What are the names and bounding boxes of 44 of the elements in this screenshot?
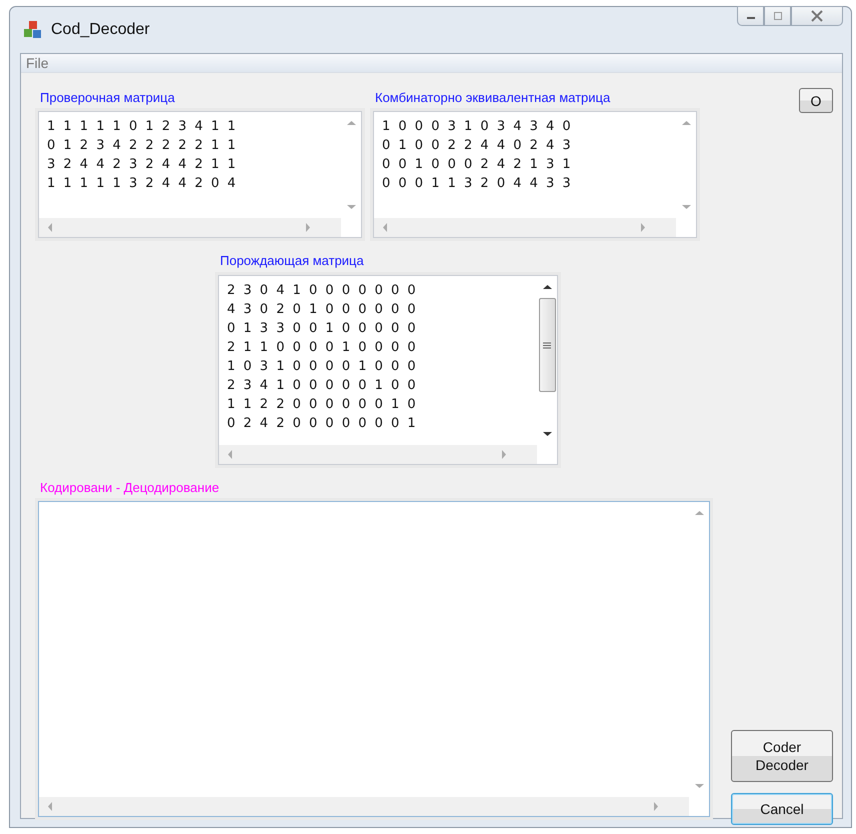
scroll-up-icon[interactable] xyxy=(542,284,552,290)
coding-label: Кодировани - Децодирование xyxy=(39,479,220,497)
matrix-text-area[interactable]: 1 1 1 1 1 0 1 2 3 4 1 1 0 1 2 3 4 2 2 2 2 2 1 1 3 2 4 4 2 3 2 4 4 2 1 1 1 1 1 1 1 3 2 4 4 2 0 4 xyxy=(38,111,362,238)
scroll-right-icon[interactable] xyxy=(501,450,507,459)
scroll-left-icon[interactable] xyxy=(227,450,233,459)
scroll-left-icon[interactable] xyxy=(47,802,53,811)
cubes-icon xyxy=(23,20,43,40)
matrix-row-text: 3 2 4 4 2 3 2 4 4 2 1 1 xyxy=(47,156,237,174)
maximize-icon xyxy=(772,11,782,21)
matrix-row-text: 4 3 0 2 0 1 0 0 0 0 0 0 xyxy=(227,301,417,319)
matrix-row-text: 0 1 3 3 0 0 1 0 0 0 0 0 xyxy=(227,320,417,338)
matrix-row-text: 0 2 4 2 0 0 0 0 0 0 0 1 xyxy=(227,415,417,433)
matrix-text-area[interactable]: 2 3 0 4 1 0 0 0 0 0 0 0 4 3 0 2 0 1 0 0 0 0 0 0 0 1 3 3 0 0 1 0 0 0 0 0 2 1 1 0 0 0 0 1 0 0 0 0 1 0 3 1 0 0 0 0 1 0 0 0 2 3 4 1 0 0 0 0 0 1 0 0 1 1 2 2 0 0 0 0 0 0 1 0 0 2 4 2 0 0 0 0 0 0 0 1 xyxy=(218,275,558,465)
minimize-button[interactable] xyxy=(737,6,764,26)
matrix-label: Проверочная матрица xyxy=(39,89,175,107)
action-button[interactable]: Cancel xyxy=(731,793,833,825)
scroll-right-icon[interactable] xyxy=(653,802,659,811)
scroll-down-icon[interactable] xyxy=(542,431,552,437)
matrix-row-text: 1 0 0 0 3 1 0 3 4 3 4 0 xyxy=(382,118,572,136)
scroll-left-icon[interactable] xyxy=(47,223,53,232)
scroll-left-icon[interactable] xyxy=(382,223,388,232)
menu-item[interactable]: File xyxy=(23,55,52,71)
matrix-row-text: 0 1 2 3 4 2 2 2 2 2 1 1 xyxy=(47,137,237,155)
matrix-row-text: 1 1 2 2 0 0 0 0 0 0 1 0 xyxy=(227,396,417,414)
window-title: Cod_Decoder xyxy=(51,21,150,39)
action-button[interactable]: Coder Decoder xyxy=(731,730,833,782)
matrix-row-text: 0 0 1 0 0 0 2 4 2 1 3 1 xyxy=(382,156,572,174)
matrix-row-text: 1 1 1 1 1 0 1 2 3 4 1 1 xyxy=(47,118,237,136)
matrix-row-text: 2 3 0 4 1 0 0 0 0 0 0 0 xyxy=(227,282,417,300)
matrix-row-text: 1 1 1 1 1 3 2 4 4 2 0 4 xyxy=(47,175,237,193)
close-icon xyxy=(810,10,824,22)
scroll-right-icon[interactable] xyxy=(640,223,646,232)
matrix-row-text: 1 0 3 1 0 0 0 0 1 0 0 0 xyxy=(227,358,417,376)
matrix-text-area[interactable]: 1 0 0 0 3 1 0 3 4 3 4 0 0 1 0 0 2 2 4 4 0 2 4 3 0 0 1 0 0 0 2 4 2 1 3 1 0 0 0 1 1 3 2 0 4 4 3 3 xyxy=(373,111,697,238)
o-button[interactable]: O xyxy=(799,88,833,113)
scroll-thumb[interactable] xyxy=(538,298,556,392)
matrix-row-text: 2 1 1 0 0 0 0 1 0 0 0 0 xyxy=(227,339,417,357)
matrix-row-text: 0 1 0 0 2 2 4 4 0 2 4 3 xyxy=(382,137,572,155)
matrix-row-text: 0 0 0 1 1 3 2 0 4 4 3 3 xyxy=(382,175,572,193)
matrix-label: Комбинаторно эквивалентная матрица xyxy=(374,89,610,107)
scroll-right-icon[interactable] xyxy=(305,223,311,232)
close-button[interactable] xyxy=(791,6,843,26)
matrix-label: Порождающая матрица xyxy=(219,252,364,270)
matrix-row-text: 2 3 4 1 0 0 0 0 0 1 0 0 xyxy=(227,377,417,395)
